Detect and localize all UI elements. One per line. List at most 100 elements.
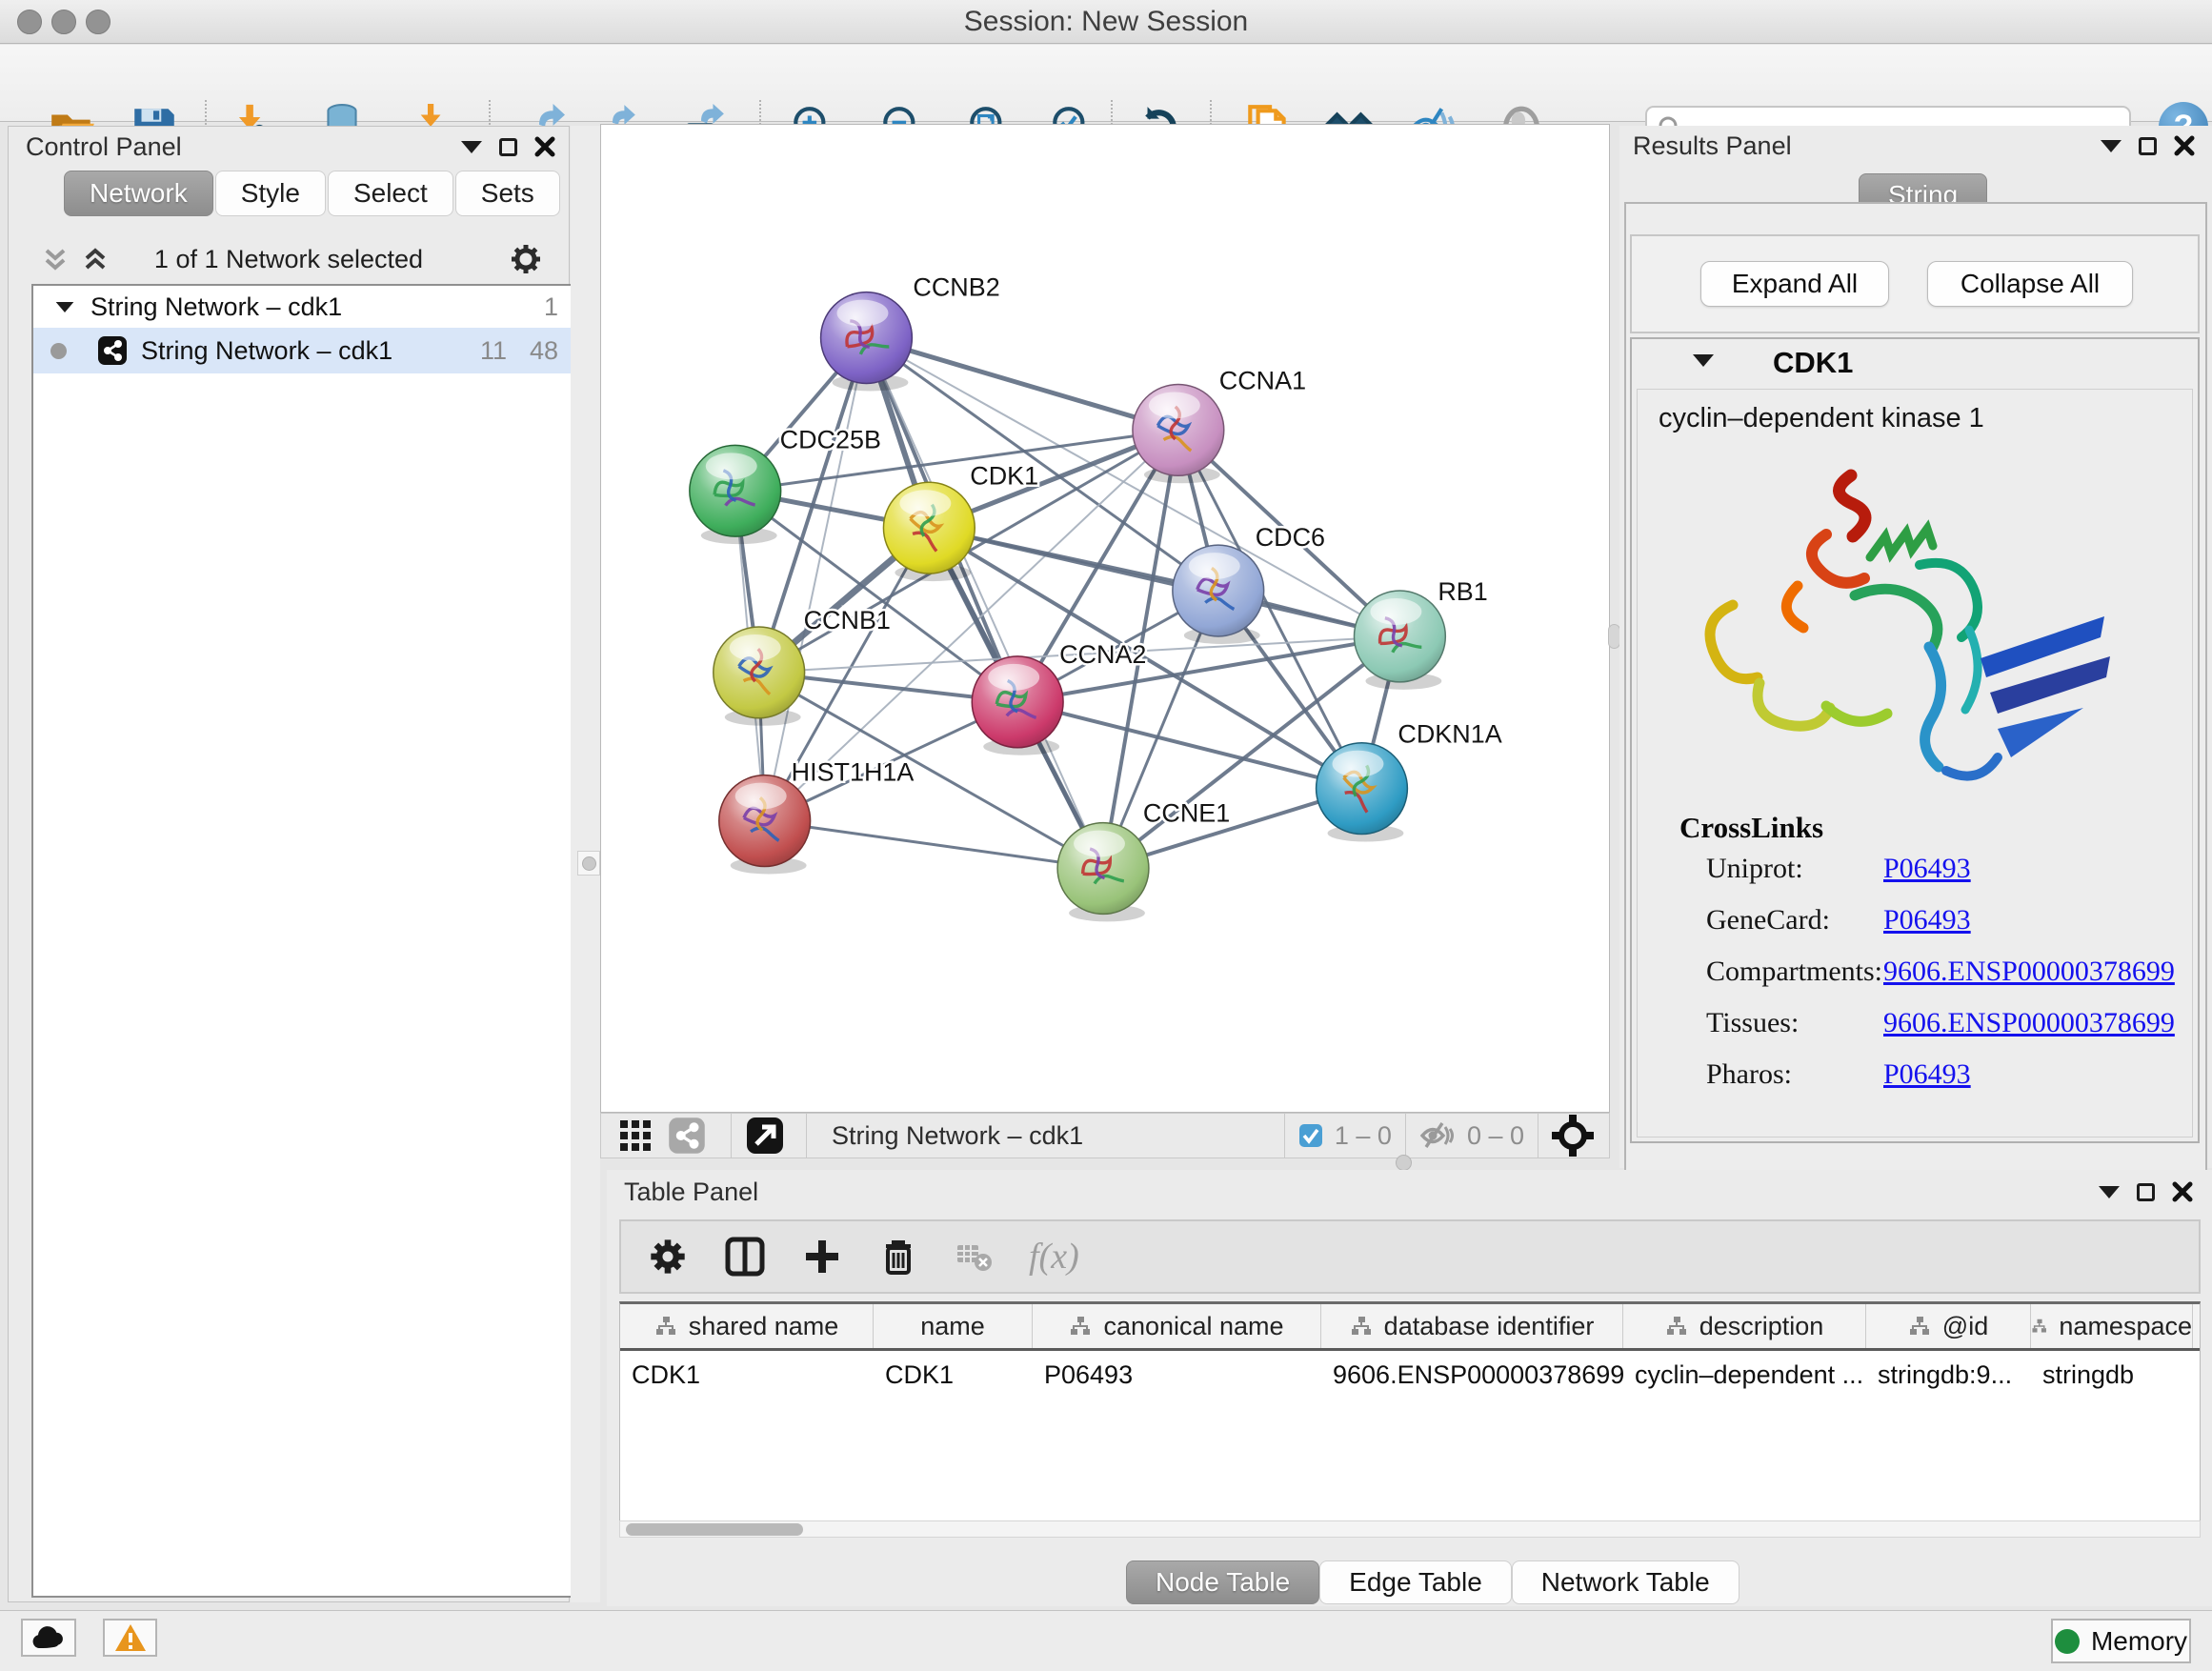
panel-float-icon[interactable] bbox=[2137, 1183, 2155, 1201]
warning-button[interactable] bbox=[103, 1619, 157, 1657]
network-view-title: String Network – cdk1 bbox=[832, 1121, 1083, 1151]
table-options-gear-icon[interactable] bbox=[648, 1237, 688, 1277]
node-CCNE1[interactable] bbox=[1057, 823, 1149, 922]
node-RB1[interactable] bbox=[1354, 591, 1445, 690]
left-splitter[interactable] bbox=[571, 126, 600, 1602]
column-mapping-icon bbox=[1069, 1316, 1092, 1337]
cell-name[interactable]: CDK1 bbox=[874, 1354, 1033, 1396]
node-CCNA1[interactable] bbox=[1133, 384, 1224, 483]
network-canvas[interactable]: CCNB2CCNA1CDC25BCDK1CDC6RB1CCNB1CCNA2CDK… bbox=[600, 124, 1610, 1113]
expand-all-button[interactable]: Expand All bbox=[1700, 261, 1889, 307]
add-column-icon[interactable] bbox=[802, 1237, 842, 1277]
crosslink-link[interactable]: P06493 bbox=[1883, 1058, 1971, 1091]
column-header-name[interactable]: name bbox=[874, 1304, 1033, 1348]
panel-float-icon[interactable] bbox=[2139, 137, 2157, 155]
panel-collapse-icon[interactable] bbox=[2099, 1186, 2120, 1198]
network-selection-status: 1 of 1 Network selected bbox=[9, 245, 569, 274]
edge-CCNB2-CCNA1[interactable] bbox=[866, 338, 1177, 431]
column-mapping-icon bbox=[654, 1316, 677, 1337]
node-HIST1H1A[interactable] bbox=[719, 775, 811, 875]
column-header-canonical-name[interactable]: canonical name bbox=[1033, 1304, 1321, 1348]
results-entry-cdk1: CDK1 cyclin–dependent kinase 1 bbox=[1630, 337, 2200, 1143]
birdseye-toggle-icon[interactable] bbox=[1552, 1115, 1594, 1157]
crosslink-link[interactable]: 9606.ENSP00000378699 bbox=[1883, 1007, 2175, 1039]
tab-edge-table[interactable]: Edge Table bbox=[1319, 1560, 1512, 1604]
tab-node-table[interactable]: Node Table bbox=[1126, 1560, 1319, 1604]
column-header-description[interactable]: description bbox=[1623, 1304, 1866, 1348]
show-columns-icon[interactable] bbox=[724, 1236, 766, 1278]
node-CCNA2[interactable] bbox=[972, 656, 1063, 755]
cell-description[interactable]: cyclin–dependent ... bbox=[1623, 1354, 1866, 1396]
cloud-icon bbox=[30, 1625, 67, 1650]
crosslink-link[interactable]: P06493 bbox=[1883, 853, 1971, 885]
crosslink-label: GeneCard: bbox=[1706, 904, 1830, 936]
crosslinks-title: CrossLinks bbox=[1679, 811, 1823, 845]
left-splitter-handle[interactable] bbox=[577, 851, 600, 876]
tab-network[interactable]: Network bbox=[64, 171, 213, 216]
panel-close-icon[interactable] bbox=[2172, 1181, 2193, 1202]
network-collection-label: String Network – cdk1 bbox=[90, 292, 342, 322]
collapse-all-button[interactable]: Collapse All bbox=[1927, 261, 2133, 307]
tab-select[interactable]: Select bbox=[328, 171, 453, 216]
tab-sets[interactable]: Sets bbox=[455, 171, 560, 216]
control-panel-tabs: Network Style Select Sets bbox=[64, 171, 562, 216]
view-grid-icon[interactable] bbox=[616, 1117, 654, 1155]
cell--id[interactable]: stringdb:9... bbox=[1866, 1354, 2031, 1396]
column-header-database-identifier[interactable]: database identifier bbox=[1321, 1304, 1623, 1348]
panel-float-icon[interactable] bbox=[499, 138, 517, 156]
memory-button[interactable]: Memory bbox=[2051, 1619, 2191, 1663]
panel-close-icon[interactable] bbox=[2174, 135, 2195, 156]
warning-icon bbox=[114, 1623, 147, 1652]
cell-database-identifier[interactable]: 9606.ENSP00000378699 bbox=[1321, 1354, 1623, 1396]
cell-canonical-name[interactable]: P06493 bbox=[1033, 1354, 1321, 1396]
cloud-button[interactable] bbox=[21, 1619, 76, 1657]
cell-shared-name[interactable]: CDK1 bbox=[620, 1354, 874, 1396]
results-panel-title: Results Panel bbox=[1633, 131, 1792, 161]
cell-namespace[interactable]: stringdb bbox=[2031, 1354, 2193, 1396]
node-CDC25B[interactable] bbox=[690, 445, 781, 544]
panel-collapse-icon[interactable] bbox=[2101, 140, 2122, 152]
crosslink-row: Compartments:9606.ENSP00000378699 bbox=[1638, 956, 2192, 999]
node-label-CDK1: CDK1 bbox=[970, 461, 1038, 490]
hidden-eye-slash-icon bbox=[1419, 1119, 1458, 1152]
crosslink-row: Tissues:9606.ENSP00000378699 bbox=[1638, 1007, 2192, 1051]
node-CCNB1[interactable] bbox=[714, 627, 805, 726]
network-row[interactable]: String Network – cdk1 11 48 bbox=[33, 328, 573, 373]
crosslink-link[interactable]: P06493 bbox=[1883, 904, 1971, 936]
column-header-shared-name[interactable]: shared name bbox=[620, 1304, 874, 1348]
horizontal-splitter-handle[interactable] bbox=[1396, 1155, 1412, 1171]
open-in-window-icon[interactable] bbox=[745, 1116, 785, 1156]
tree-expand-icon[interactable] bbox=[56, 301, 74, 312]
node-CDKN1A[interactable] bbox=[1317, 743, 1408, 842]
window-title: Session: New Session bbox=[0, 0, 2212, 44]
tab-network-table[interactable]: Network Table bbox=[1512, 1560, 1739, 1604]
node-label-CCNA2: CCNA2 bbox=[1059, 640, 1146, 669]
memory-status-dot bbox=[2055, 1629, 2080, 1654]
scrollbar-thumb[interactable] bbox=[626, 1523, 803, 1536]
table-horizontal-scrollbar[interactable] bbox=[619, 1520, 2201, 1538]
panel-collapse-icon[interactable] bbox=[461, 141, 482, 153]
view-share-icon[interactable] bbox=[668, 1117, 706, 1155]
edge-CCNB2-CCNE1[interactable] bbox=[866, 338, 1103, 869]
entry-collapse-icon[interactable] bbox=[1693, 354, 1714, 367]
edge-HIST1H1A-CCNE1[interactable] bbox=[765, 821, 1103, 869]
table-row[interactable]: CDK1CDK1P064939606.ENSP00000378699cyclin… bbox=[620, 1354, 2200, 1396]
entry-gene-name: CDK1 bbox=[1773, 346, 1853, 380]
column-header--id[interactable]: @id bbox=[1866, 1304, 2031, 1348]
panel-close-icon[interactable] bbox=[534, 136, 555, 157]
status-bar: Memory bbox=[0, 1610, 2212, 1671]
column-header-namespace[interactable]: namespace bbox=[2031, 1304, 2193, 1348]
table-panel: Table Panel f(x) shared namenamecanonica… bbox=[607, 1170, 2212, 1606]
column-mapping-icon bbox=[1350, 1316, 1373, 1337]
node-CDC6[interactable] bbox=[1173, 545, 1264, 644]
tab-style[interactable]: Style bbox=[215, 171, 326, 216]
node-table[interactable]: shared namenamecanonical namedatabase id… bbox=[619, 1301, 2201, 1520]
network-collection-row[interactable]: String Network – cdk1 1 bbox=[33, 286, 573, 328]
column-mapping-icon bbox=[2031, 1316, 2047, 1337]
selected-checkbox-icon[interactable] bbox=[1298, 1123, 1323, 1148]
network-options-gear-icon[interactable] bbox=[508, 241, 544, 277]
delete-column-icon[interactable] bbox=[878, 1237, 918, 1277]
network-view-toolbar: String Network – cdk1 1 – 0 0 – 0 bbox=[600, 1113, 1610, 1158]
node-label-CCNB2: CCNB2 bbox=[913, 273, 999, 302]
crosslink-link[interactable]: 9606.ENSP00000378699 bbox=[1883, 956, 2175, 988]
